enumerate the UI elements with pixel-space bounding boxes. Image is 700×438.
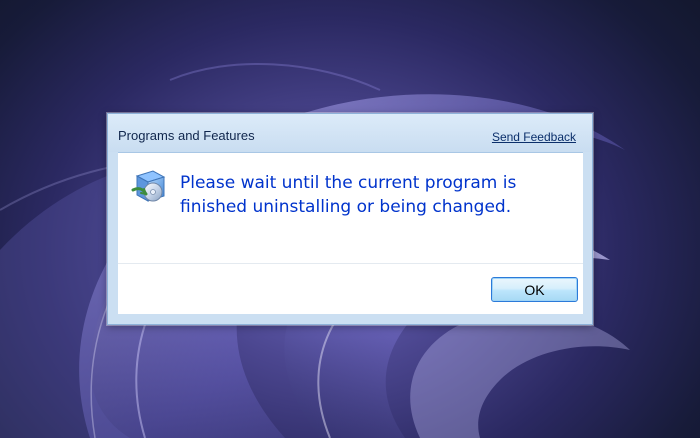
wait-message: Please wait until the current program is… bbox=[180, 173, 517, 217]
programs-and-features-icon bbox=[131, 170, 166, 202]
ok-button[interactable]: OK bbox=[491, 277, 578, 302]
dialog-title-bar: Programs and Features Send Feedback bbox=[108, 114, 592, 152]
programs-and-features-dialog: Programs and Features Send Feedback Plea… bbox=[107, 113, 593, 325]
dialog-content: Please wait until the current program is… bbox=[118, 152, 583, 263]
dialog-title: Programs and Features bbox=[118, 128, 255, 143]
send-feedback-link[interactable]: Send Feedback bbox=[492, 130, 576, 144]
dialog-button-row: OK bbox=[118, 263, 583, 314]
